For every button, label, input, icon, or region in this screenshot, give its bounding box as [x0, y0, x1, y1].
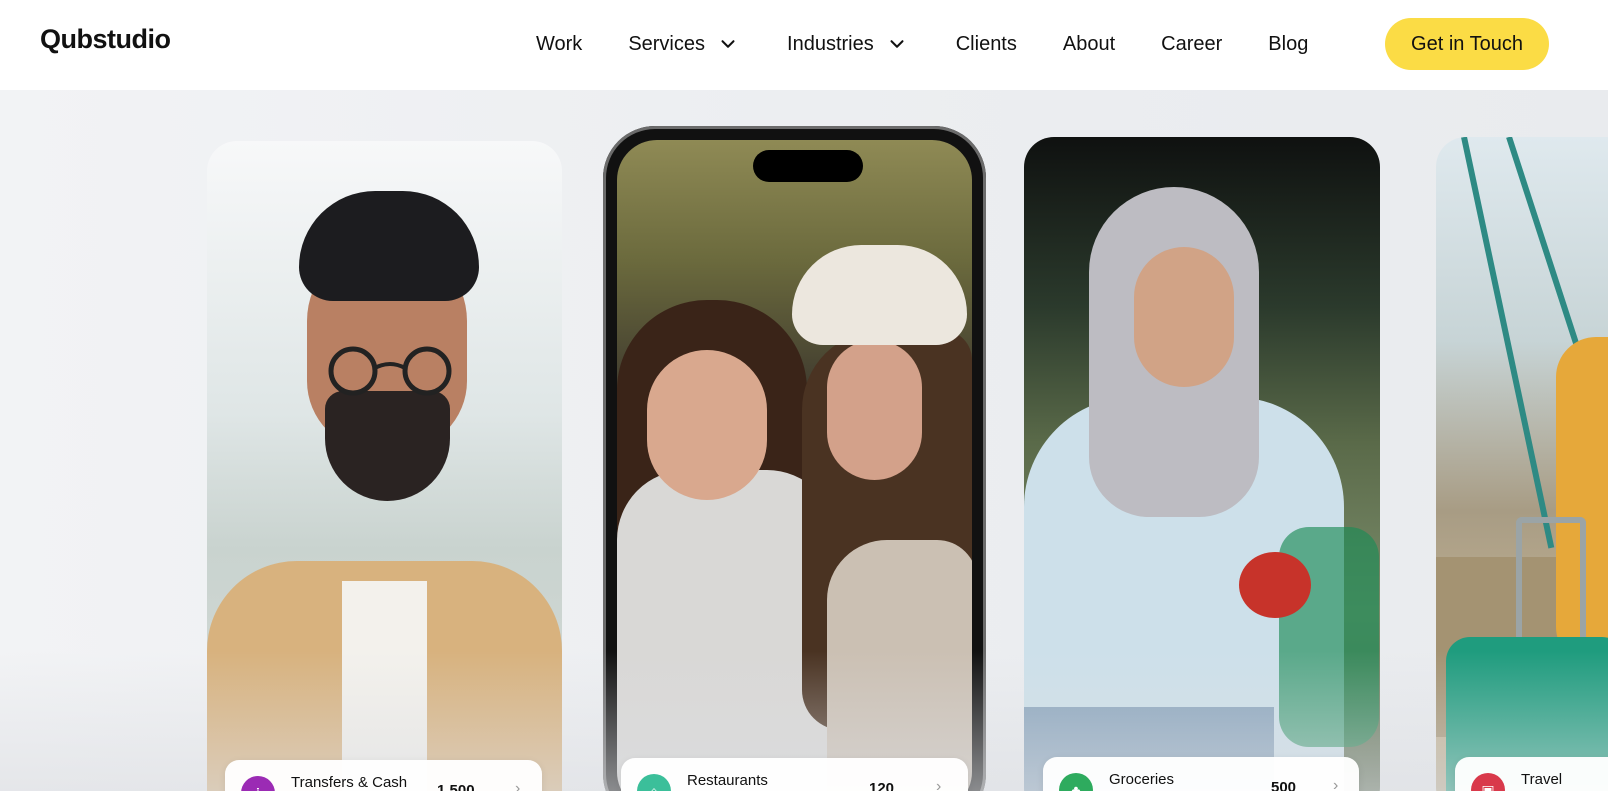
- bus-icon: ▣: [1471, 773, 1505, 791]
- logo[interactable]: Qubstudio: [40, 24, 171, 55]
- nav-item-about[interactable]: About: [1063, 33, 1115, 56]
- beret-graphic: [792, 245, 967, 345]
- nav-item-industries[interactable]: Industries: [787, 33, 908, 56]
- pill-category: Restaurants: [687, 772, 768, 789]
- nav-item-label: Services: [628, 32, 706, 55]
- get-in-touch-button[interactable]: Get in Touch: [1385, 18, 1549, 70]
- nav-item-career[interactable]: Career: [1161, 33, 1222, 56]
- chevron-down-icon: [890, 40, 904, 48]
- basket-icon: ♣: [1059, 773, 1093, 791]
- person-photo: [299, 191, 479, 301]
- transaction-pill-restaurants[interactable]: ⌂ Restaurants 120 ›: [621, 758, 968, 791]
- chevron-right-icon: ›: [1333, 777, 1339, 791]
- person-photo: [647, 350, 767, 500]
- pill-category: Travel: [1521, 771, 1563, 788]
- hero-card-transfers[interactable]: [207, 141, 562, 791]
- person-photo: [827, 540, 972, 791]
- person-photo: [1134, 247, 1234, 387]
- nav-item-label: Career: [1161, 32, 1223, 55]
- pill-amount: 500: [1271, 779, 1297, 791]
- pill-amount: 120: [869, 780, 895, 791]
- dynamic-island: [753, 150, 863, 182]
- nav-item-label: About: [1062, 32, 1116, 55]
- transaction-pill-travel[interactable]: ▣ Travel: [1455, 757, 1608, 791]
- transfer-icon: i: [241, 776, 275, 791]
- chevron-down-icon: [721, 40, 735, 48]
- pill-amount: 1,500: [437, 782, 475, 791]
- mast-graphic: [1461, 137, 1555, 549]
- person-photo: [827, 340, 922, 480]
- suitcase-handle-graphic: [1516, 517, 1586, 647]
- apple-graphic: [1239, 552, 1311, 618]
- site-header: Qubstudio Work Services Industries Clien…: [0, 0, 1608, 90]
- chevron-right-icon: ›: [936, 778, 942, 791]
- nav-item-label: Industries: [787, 32, 874, 55]
- phone-mockup[interactable]: [603, 126, 986, 791]
- pill-category: Transfers & Cash: [291, 774, 408, 791]
- phone-screen: [617, 140, 972, 791]
- nav-item-label: Clients: [955, 32, 1017, 55]
- nav-item-label: Work: [536, 32, 583, 55]
- main-nav: Work Services Industries Clients About C…: [536, 30, 1308, 58]
- transaction-pill-groceries[interactable]: ♣ Groceries 500 ›: [1043, 757, 1359, 791]
- chevron-right-icon: ›: [515, 780, 521, 791]
- hero-card-groceries[interactable]: [1024, 137, 1380, 791]
- hero-card-travel[interactable]: [1436, 137, 1608, 791]
- person-photo: [325, 391, 450, 501]
- nav-item-blog[interactable]: Blog: [1268, 33, 1308, 56]
- glasses-graphic: [328, 346, 452, 396]
- nav-item-label: Blog: [1268, 32, 1309, 55]
- pill-category: Groceries: [1109, 771, 1175, 788]
- nav-item-work[interactable]: Work: [536, 33, 582, 56]
- nav-item-clients[interactable]: Clients: [956, 33, 1017, 56]
- nav-item-services[interactable]: Services: [628, 33, 739, 56]
- restaurant-icon: ⌂: [637, 774, 671, 791]
- hero-carousel: [0, 90, 1608, 791]
- transaction-pill-transfers[interactable]: i Transfers & Cash 1,500 ›: [225, 760, 542, 791]
